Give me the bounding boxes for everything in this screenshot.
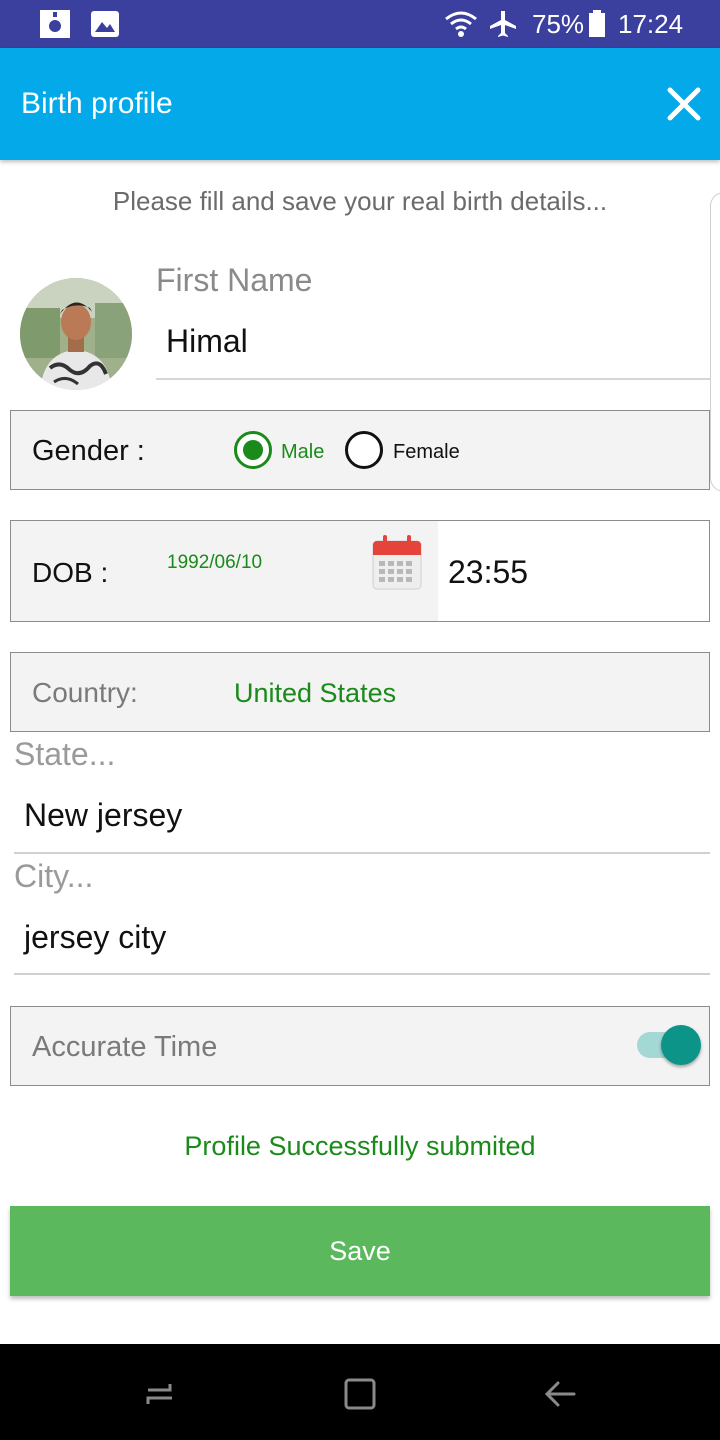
country-value[interactable]: United States — [234, 675, 396, 711]
dob-date-value[interactable]: 1992/06/10 — [167, 551, 262, 575]
status-bar: 75% 17:24 — [0, 0, 720, 48]
side-panel-edge — [710, 192, 720, 492]
gender-label: Gender : — [32, 435, 145, 467]
city-label: City... — [14, 858, 94, 894]
app-bar: Birth profile — [0, 48, 720, 160]
avatar[interactable] — [20, 278, 132, 390]
gallery-icon — [91, 11, 119, 37]
dob-label: DOB : — [32, 557, 109, 588]
dob-row: DOB : 1992/06/10 23:55 — [10, 520, 710, 622]
save-button[interactable]: Save — [10, 1206, 710, 1296]
city-input[interactable]: jersey city — [24, 916, 166, 958]
system-nav-bar — [0, 1344, 720, 1440]
recents-icon[interactable] — [140, 1374, 180, 1414]
battery-percent: 75% — [532, 9, 585, 39]
dob-date-area: DOB : 1992/06/10 — [11, 521, 438, 621]
country-label: Country: — [32, 677, 138, 708]
home-icon[interactable] — [340, 1374, 380, 1414]
dob-time-value[interactable]: 23:55 — [448, 551, 528, 593]
status-message: Profile Successfully submited — [184, 1131, 536, 1161]
gender-female-label[interactable]: Female — [393, 439, 460, 465]
battery-icon — [589, 10, 605, 37]
gender-row: Gender : Male Female — [10, 410, 710, 490]
first-name-input[interactable]: Himal — [166, 320, 248, 362]
first-name-underline — [156, 378, 720, 380]
accurate-time-row: Accurate Time — [10, 1006, 710, 1086]
gender-male-radio[interactable] — [234, 431, 272, 469]
calendar-icon[interactable] — [371, 533, 423, 591]
first-name-label: First Name — [156, 262, 313, 298]
state-underline — [14, 852, 710, 854]
city-underline — [14, 973, 710, 975]
airplane-icon — [490, 11, 516, 37]
state-input[interactable]: New jersey — [24, 794, 182, 836]
back-icon[interactable] — [540, 1374, 580, 1414]
clock: 17:24 — [618, 9, 684, 39]
save-button-label: Save — [329, 1236, 391, 1266]
country-row[interactable]: Country: United States — [10, 652, 710, 732]
gender-female-radio[interactable] — [345, 431, 383, 469]
accurate-time-toggle[interactable] — [661, 1025, 701, 1065]
close-icon[interactable] — [662, 82, 706, 126]
notification-icon — [40, 10, 70, 38]
avatar-photo — [20, 278, 132, 390]
form-hint: Please fill and save your real birth det… — [112, 186, 608, 216]
page-title: Birth profile — [21, 87, 173, 120]
wifi-icon — [445, 11, 477, 37]
accurate-time-label: Accurate Time — [32, 1031, 218, 1063]
state-label: State... — [14, 736, 116, 772]
gender-male-label[interactable]: Male — [281, 439, 324, 465]
